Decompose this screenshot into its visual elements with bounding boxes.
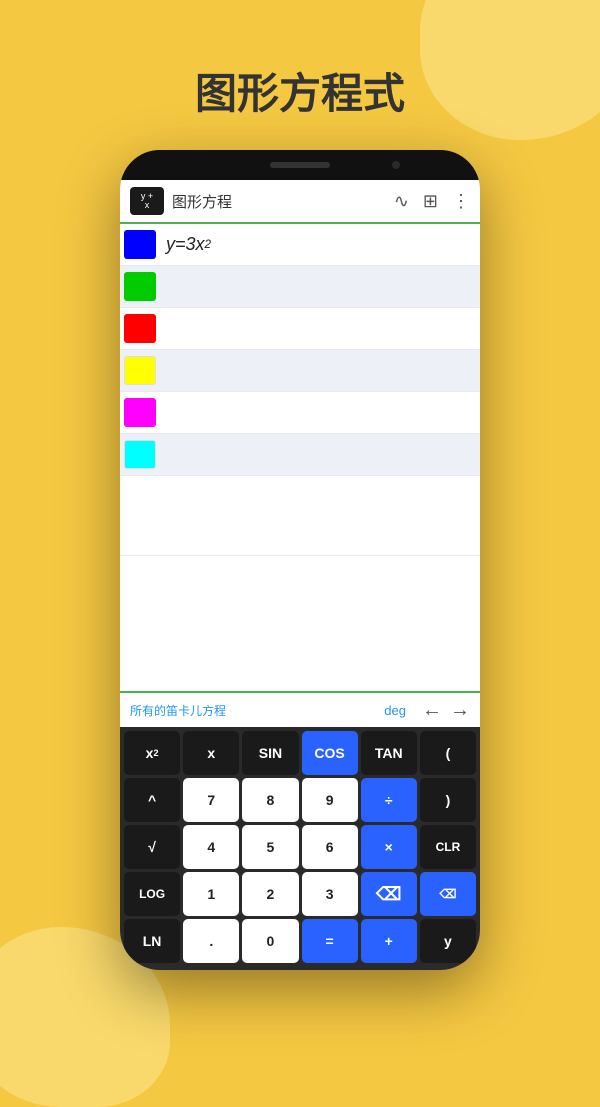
arrow-left-button[interactable]: ← (422, 699, 442, 722)
phone-camera (392, 161, 400, 169)
equation-row[interactable]: y=3x2 (120, 224, 480, 266)
color-swatch-3 (124, 314, 156, 343)
app-toolbar: y +x 图形方程 ∿ ⊞ ⋮ (120, 180, 480, 224)
keyboard-row-4: LOG 1 2 3 ⌫ ⌫ (124, 872, 476, 916)
keyboard-row-1: x2 x SIN COS TAN ( (124, 731, 476, 775)
toolbar-icons: ∿ ⊞ ⋮ (394, 191, 470, 212)
key-sin[interactable]: SIN (242, 731, 298, 775)
bottom-bar: 所有的笛卡儿方程 deg ← → (120, 691, 480, 727)
key-4[interactable]: 4 (183, 825, 239, 869)
color-swatch-5 (124, 398, 156, 427)
more-icon[interactable]: ⋮ (452, 191, 470, 212)
key-backspace-2[interactable]: ⌫ (420, 872, 476, 916)
equation-row[interactable] (120, 308, 480, 350)
keyboard-row-2: ^ 7 8 9 ÷ ) (124, 778, 476, 822)
key-8[interactable]: 8 (242, 778, 298, 822)
key-dot[interactable]: . (183, 919, 239, 963)
key-close-paren[interactable]: ) (420, 778, 476, 822)
key-sqrt[interactable]: √ (124, 825, 180, 869)
key-log[interactable]: LOG (124, 872, 180, 916)
key-0[interactable]: 0 (242, 919, 298, 963)
key-plus[interactable]: + (361, 919, 417, 963)
key-x[interactable]: x (183, 731, 239, 775)
keyboard-row-3: √ 4 5 6 × CLR (124, 825, 476, 869)
equation-row[interactable] (120, 266, 480, 308)
key-multiply[interactable]: × (361, 825, 417, 869)
key-backspace[interactable]: ⌫ (361, 872, 417, 916)
equation-list: y=3x2 (120, 224, 480, 691)
color-swatch-2 (124, 272, 156, 301)
equation-text-1[interactable]: y=3x2 (160, 224, 480, 265)
key-open-paren[interactable]: ( (420, 731, 476, 775)
key-clr[interactable]: CLR (420, 825, 476, 869)
equation-row-empty (120, 476, 480, 556)
grid-icon[interactable]: ⊞ (423, 191, 438, 212)
equation-row[interactable] (120, 434, 480, 476)
key-2[interactable]: 2 (242, 872, 298, 916)
equation-text-5[interactable] (160, 392, 480, 433)
equation-row[interactable] (120, 350, 480, 392)
key-6[interactable]: 6 (302, 825, 358, 869)
wave-icon[interactable]: ∿ (394, 191, 409, 212)
equation-text-6[interactable] (160, 434, 480, 475)
keyboard: x2 x SIN COS TAN ( ^ 7 8 9 ÷ ) √ 4 5 (120, 727, 480, 970)
arrow-right-button[interactable]: → (450, 699, 470, 722)
equation-text-2[interactable] (160, 266, 480, 307)
phone-speaker (270, 162, 330, 168)
bottom-bar-arrows: ← → (422, 699, 470, 722)
phone-top-bar (120, 150, 480, 180)
key-3[interactable]: 3 (302, 872, 358, 916)
key-cos[interactable]: COS (302, 731, 358, 775)
color-swatch-6 (124, 440, 156, 469)
color-swatch-4 (124, 356, 156, 385)
key-y[interactable]: y (420, 919, 476, 963)
key-x-squared[interactable]: x2 (124, 731, 180, 775)
color-swatch-1 (124, 230, 156, 259)
key-1[interactable]: 1 (183, 872, 239, 916)
page-title: 图形方程式 (0, 60, 600, 121)
equation-text-4[interactable] (160, 350, 480, 391)
key-tan[interactable]: TAN (361, 731, 417, 775)
key-ln[interactable]: LN (124, 919, 180, 963)
equation-text-3[interactable] (160, 308, 480, 349)
key-caret[interactable]: ^ (124, 778, 180, 822)
phone-shell: y +x 图形方程 ∿ ⊞ ⋮ y=3x2 (120, 150, 480, 970)
app-title: 图形方程 (172, 191, 394, 212)
keyboard-row-5: LN . 0 = + y (124, 919, 476, 963)
key-equals[interactable]: = (302, 919, 358, 963)
app-logo-text: y +x (141, 192, 153, 210)
app-logo: y +x (130, 187, 164, 215)
key-7[interactable]: 7 (183, 778, 239, 822)
key-5[interactable]: 5 (242, 825, 298, 869)
equation-row[interactable] (120, 392, 480, 434)
key-divide[interactable]: ÷ (361, 778, 417, 822)
bottom-bar-label: 所有的笛卡儿方程 (130, 702, 384, 719)
app-screen: y +x 图形方程 ∿ ⊞ ⋮ y=3x2 (120, 180, 480, 970)
bottom-bar-deg[interactable]: deg (384, 703, 406, 718)
key-9[interactable]: 9 (302, 778, 358, 822)
